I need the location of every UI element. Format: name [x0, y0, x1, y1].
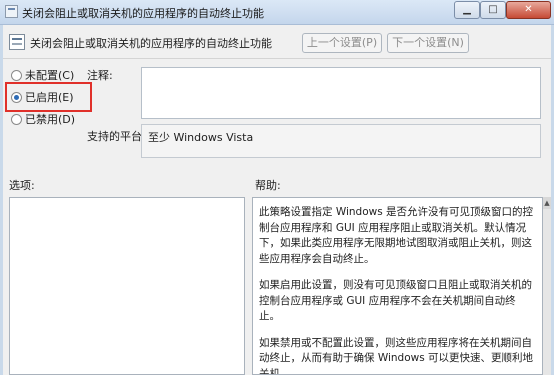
- previous-setting-button[interactable]: 上一个设置(P): [302, 33, 382, 53]
- window-title: 关闭会阻止或取消关机的应用程序的自动终止功能: [22, 7, 264, 20]
- platform-label: 支持的平台:: [87, 130, 146, 143]
- setting-icon: [9, 34, 25, 50]
- help-panel: 此策略设置指定 Windows 是否允许没有可见顶级窗口的控制台应用程序和 GU…: [252, 197, 543, 375]
- setting-title: 关闭会阻止或取消关机的应用程序的自动终止功能: [30, 37, 272, 50]
- comment-label: 注释:: [87, 69, 113, 82]
- help-paragraph: 如果启用此设置，则没有可见顶级窗口且阻止或取消关机的控制台应用程序或 GUI 应…: [259, 279, 532, 322]
- disabled-option[interactable]: 已禁用(D): [11, 111, 75, 127]
- help-label: 帮助:: [255, 179, 281, 192]
- not-configured-label: 未配置(C): [25, 69, 75, 82]
- platform-value: 至少 Windows Vista: [148, 131, 254, 144]
- header-divider: [3, 58, 551, 59]
- close-button[interactable]: ✕: [506, 1, 551, 19]
- options-panel: [9, 197, 245, 375]
- annotation-highlight-box: [5, 82, 92, 112]
- scroll-up-icon[interactable]: ▲: [543, 197, 551, 209]
- options-label: 选项:: [9, 179, 35, 192]
- help-paragraph: 此策略设置指定 Windows 是否允许没有可见顶级窗口的控制台应用程序和 GU…: [259, 206, 534, 265]
- disabled-radio[interactable]: [11, 113, 22, 125]
- policy-icon: [5, 5, 18, 18]
- title-bar: 关闭会阻止或取消关机的应用程序的自动终止功能 ▁ □ ✕: [0, 0, 554, 25]
- comment-textarea[interactable]: [141, 67, 541, 119]
- not-configured-radio[interactable]: [11, 69, 22, 81]
- platform-field: 至少 Windows Vista: [141, 124, 541, 158]
- maximize-button[interactable]: □: [480, 1, 506, 19]
- help-paragraph: 如果禁用或不配置此设置，则这些应用程序将在关机期间自动终止，从而有助于确保 Wi…: [259, 336, 534, 375]
- minimize-button[interactable]: ▁: [454, 1, 480, 19]
- disabled-label: 已禁用(D): [25, 113, 76, 126]
- next-setting-button[interactable]: 下一个设置(N): [387, 33, 469, 53]
- policy-dialog: 关闭会阻止或取消关机的应用程序的自动终止功能 上一个设置(P) 下一个设置(N)…: [3, 25, 551, 375]
- not-configured-option[interactable]: 未配置(C): [11, 67, 74, 83]
- help-scrollbar[interactable]: ▲: [543, 197, 551, 375]
